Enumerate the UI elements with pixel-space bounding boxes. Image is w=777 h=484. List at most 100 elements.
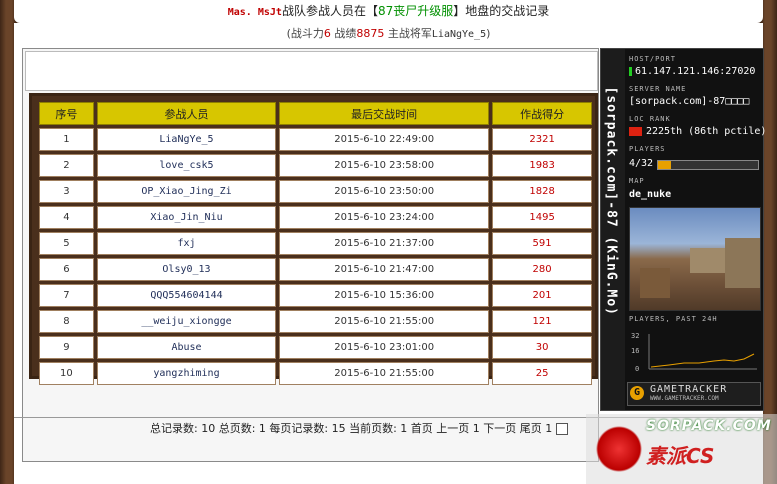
table-row: 6 Olsy0_13 2015-6-10 21:47:00 280 [39,258,592,281]
records-panel: 序号 参战人员 最后交战时间 作战得分 1 LiaNgYe_5 2015-6-10 … [22,48,599,462]
cell-player[interactable]: __weiju_xiongge [96,310,277,333]
gametracker-logo-icon: G [630,386,644,400]
cell-no: 4 [39,206,94,229]
host-label: HOST/PORT [629,55,676,63]
map-structure-3 [725,238,760,288]
map-preview-image [629,207,761,311]
cell-score: 591 [492,232,592,255]
leader-label: 主战将军 [384,27,432,40]
china-flag-icon [629,126,642,136]
cell-no: 1 [39,128,94,151]
cell-time: 2015-6-10 21:37:00 [279,232,490,255]
cell-no: 7 [39,284,94,307]
gametracker-banner[interactable]: G GAMETRACKER WWW.GAMETRACKER.COM [627,382,761,406]
cell-score: 1828 [492,180,592,203]
host-value: 61.147.121.146:27020 [629,66,755,77]
cell-no: 9 [39,336,94,359]
server-name-value: [sorpack.com]-87□□□□ [629,96,750,107]
cell-score: 30 [492,336,592,359]
cell-score: 121 [492,310,592,333]
cell-time: 2015-6-10 23:58:00 [279,154,490,177]
table-row: 7 QQQ554604144 2015-6-10 15:36:00 201 [39,284,592,307]
cell-time: 2015-6-10 21:47:00 [279,258,490,281]
clan-name: Mas. MsJt [227,7,282,18]
title-text-b: 】地盘的交战记录 [453,4,550,18]
cell-no: 8 [39,310,94,333]
cell-time: 2015-6-10 23:01:00 [279,336,490,359]
leader-value: LiaNgYe_5 [431,29,487,40]
players-bar [657,160,759,170]
page-select[interactable] [556,423,569,435]
cell-no: 6 [39,258,94,281]
map-structure-2 [640,268,670,298]
cell-time: 2015-6-10 22:49:00 [279,128,490,151]
cell-score: 280 [492,258,592,281]
server-name-label: SERVER NAME [629,85,687,93]
server-name-link[interactable]: 87丧尸升级服 [378,4,453,18]
gametracker-brand: GAMETRACKER [650,384,728,395]
cell-no: 10 [39,362,94,385]
rank-value: 2225th (86th pctile) [629,126,766,137]
cell-time: 2015-6-10 23:50:00 [279,180,490,203]
records-table-container: 序号 参战人员 最后交战时间 作战得分 1 LiaNgYe_5 2015-6-10 … [29,93,598,385]
cell-time: 2015-6-10 23:24:00 [279,206,490,229]
players-graph: 32 16 0 [631,332,757,373]
past-players-label: PLAYERS, PAST 24H [629,315,718,323]
cell-player[interactable]: love_csk5 [96,154,277,177]
table-row: 5 fxj 2015-6-10 21:37:00 591 [39,232,592,255]
cell-player[interactable]: OP_Xiao_Jing_Zi [96,180,277,203]
cell-player[interactable]: Olsy0_13 [96,258,277,281]
widget-side-strip: [sorpack.com]-87 (KinG.Mo) [601,49,625,410]
cell-player[interactable]: QQQ554604144 [96,284,277,307]
col-header-time: 最后交战时间 [279,102,490,125]
map-structure-1 [690,248,730,273]
cell-score: 201 [492,284,592,307]
cell-player[interactable]: Abuse [96,336,277,359]
rank-label: LOC RANK [629,115,671,123]
col-header-no: 序号 [39,102,94,125]
gametracker-widget[interactable]: [sorpack.com]-87 (KinG.Mo) HOST/PORT 61.… [600,48,766,411]
cell-player[interactable]: fxj [96,232,277,255]
map-label: MAP [629,177,645,185]
table-row: 3 OP_Xiao_Jing_Zi 2015-6-10 23:50:00 1828 [39,180,592,203]
cell-player[interactable]: LiaNgYe_5 [96,128,277,151]
pagination-label: 总记录数: 10 总页数: 1 每页记录数: 15 当前页数: 1 首页 上一页… [150,422,553,435]
graph-tick-0: 0 [635,365,639,373]
table-row: 9 Abuse 2015-6-10 23:01:00 30 [39,336,592,359]
graph-tick-16: 16 [631,347,639,355]
cell-player[interactable]: yangzhiming [96,362,277,385]
cell-player[interactable]: Xiao_Jin_Niu [96,206,277,229]
table-row: 4 Xiao_Jin_Niu 2015-6-10 23:24:00 1495 [39,206,592,229]
pagination-text: 总记录数: 10 总页数: 1 每页记录数: 15 当前页数: 1 首页 上一页… [150,418,569,440]
cell-no: 3 [39,180,94,203]
sorpack-emblem-icon [594,420,644,478]
graph-line [650,353,755,368]
cell-no: 5 [39,232,94,255]
col-header-score: 作战得分 [492,102,592,125]
cell-score: 1495 [492,206,592,229]
power-label: (战斗力 [286,27,324,40]
graph-tick-32: 32 [631,332,639,340]
title-text-a: 战队参战人员在【 [281,4,378,18]
cell-time: 2015-6-10 21:55:00 [279,310,490,333]
table-row: 10 yangzhiming 2015-6-10 21:55:00 25 [39,362,592,385]
col-header-player: 参战人员 [96,102,277,125]
players-bar-fill [658,161,671,169]
table-row: 1 LiaNgYe_5 2015-6-10 22:49:00 2321 [39,128,592,151]
table-row: 8 __weiju_xiongge 2015-6-10 21:55:00 121 [39,310,592,333]
watermark-line-1: SORPACK.COM [646,418,772,434]
cell-score: 2321 [492,128,592,151]
table-header-row: 序号 参战人员 最后交战时间 作战得分 [39,102,592,125]
gametracker-url: WWW.GAMETRACKER.COM [650,395,719,402]
sorpack-watermark: SORPACK.COM 素派CS [586,414,777,484]
top-panel [25,51,598,91]
clan-stats: (战斗力6 战绩8875 主战将军LiaNgYe_5) [14,23,763,45]
cell-score: 1983 [492,154,592,177]
page-title: Mas. MsJt战队参战人员在【87丧尸升级服】地盘的交战记录 [14,0,763,23]
host-address: 61.147.121.146:27020 [635,66,756,77]
widget-vertical-text: [sorpack.com]-87 (KinG.Mo) [603,86,619,317]
cell-score: 25 [492,362,592,385]
players-label: PLAYERS [629,145,666,153]
players-value: 4/32 [629,158,654,169]
power-value: 6 [323,27,331,40]
